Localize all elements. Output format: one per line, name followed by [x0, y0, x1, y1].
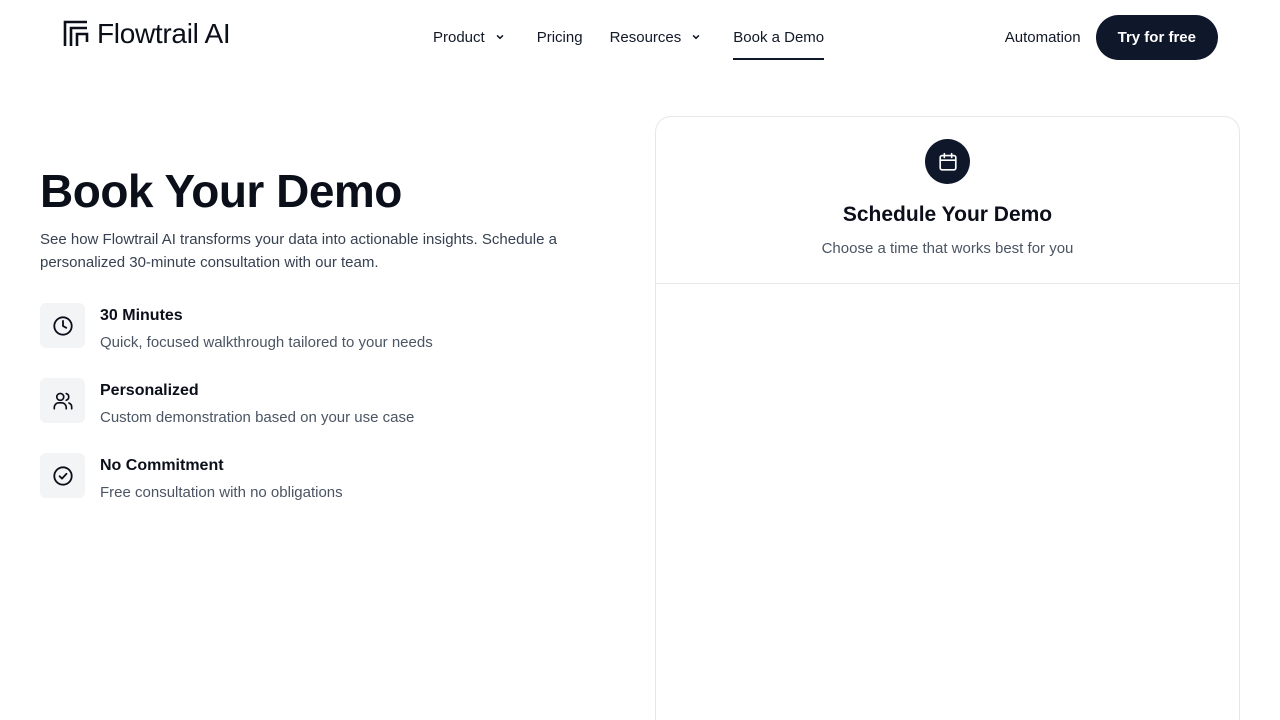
calendar-icon — [938, 152, 957, 171]
try-for-free-button[interactable]: Try for free — [1095, 15, 1218, 60]
feature-list: 30 Minutes Quick, focused walkthrough ta… — [40, 303, 600, 528]
nav-pricing[interactable]: Pricing — [537, 0, 583, 74]
nav-product[interactable]: Product — [433, 0, 505, 74]
page-description: See how Flowtrail AI transforms your dat… — [40, 231, 557, 271]
logo-mark-icon — [63, 20, 89, 46]
scheduler-title: Schedule Your Demo — [842, 203, 1053, 226]
feature-text: 30 Minutes Quick, focused walkthrough ta… — [100, 305, 433, 354]
feature-item: No Commitment Free consultation with no … — [40, 453, 600, 528]
nav-book-demo-label: Book a Demo — [733, 28, 825, 46]
feature-title: No Commitment — [100, 457, 224, 474]
nav-book-demo[interactable]: Book a Demo — [733, 0, 824, 74]
nav-resources-label: Resources — [609, 28, 682, 46]
feature-icon-box — [40, 303, 85, 348]
feature-item: Personalized Custom demonstration based … — [40, 378, 600, 453]
nav-pricing-label: Pricing — [536, 28, 583, 46]
nav-product-label: Product — [433, 28, 485, 46]
scheduler-card: Schedule Your Demo Choose a time that wo… — [655, 116, 1240, 720]
feature-description: Quick, focused walkthrough tailored to y… — [100, 334, 433, 351]
feature-description: Custom demonstration based on your use c… — [100, 409, 415, 426]
nav-resources[interactable]: Resources — [610, 0, 702, 74]
clock-icon — [52, 315, 73, 336]
feature-title: Personalized — [100, 382, 199, 399]
users-icon — [52, 392, 73, 410]
feature-text: No Commitment Free consultation with no … — [100, 455, 343, 504]
logo-text: Flowtrail AI — [97, 18, 231, 49]
main-nav: Product Pricing Resources Book a Demo — [433, 0, 824, 74]
scheduler-embed-area[interactable] — [656, 284, 1239, 720]
automation-link[interactable]: Automation — [1005, 29, 1081, 46]
calendar-badge — [925, 139, 970, 184]
feature-icon-box — [40, 453, 85, 498]
scheduler-subtitle: Choose a time that works best for you — [821, 240, 1074, 257]
feature-item: 30 Minutes Quick, focused walkthrough ta… — [40, 303, 600, 378]
site-header: Flowtrail AI Product Pricing Resources B… — [0, 0, 1280, 74]
page: Flowtrail AI Product Pricing Resources B… — [0, 0, 1280, 720]
feature-description: Free consultation with no obligations — [100, 484, 343, 501]
feature-text: Personalized Custom demonstration based … — [100, 380, 414, 429]
check-circle-icon — [52, 465, 73, 486]
chevron-down-icon — [693, 35, 700, 40]
feature-title: 30 Minutes — [100, 307, 183, 324]
page-title: Book Your Demo — [40, 165, 402, 217]
header-actions: Automation Try for free — [1005, 15, 1218, 60]
logo[interactable]: Flowtrail AI — [63, 18, 231, 50]
scheduler-header: Schedule Your Demo Choose a time that wo… — [656, 117, 1239, 284]
chevron-down-icon — [496, 35, 503, 40]
feature-icon-box — [40, 378, 85, 423]
